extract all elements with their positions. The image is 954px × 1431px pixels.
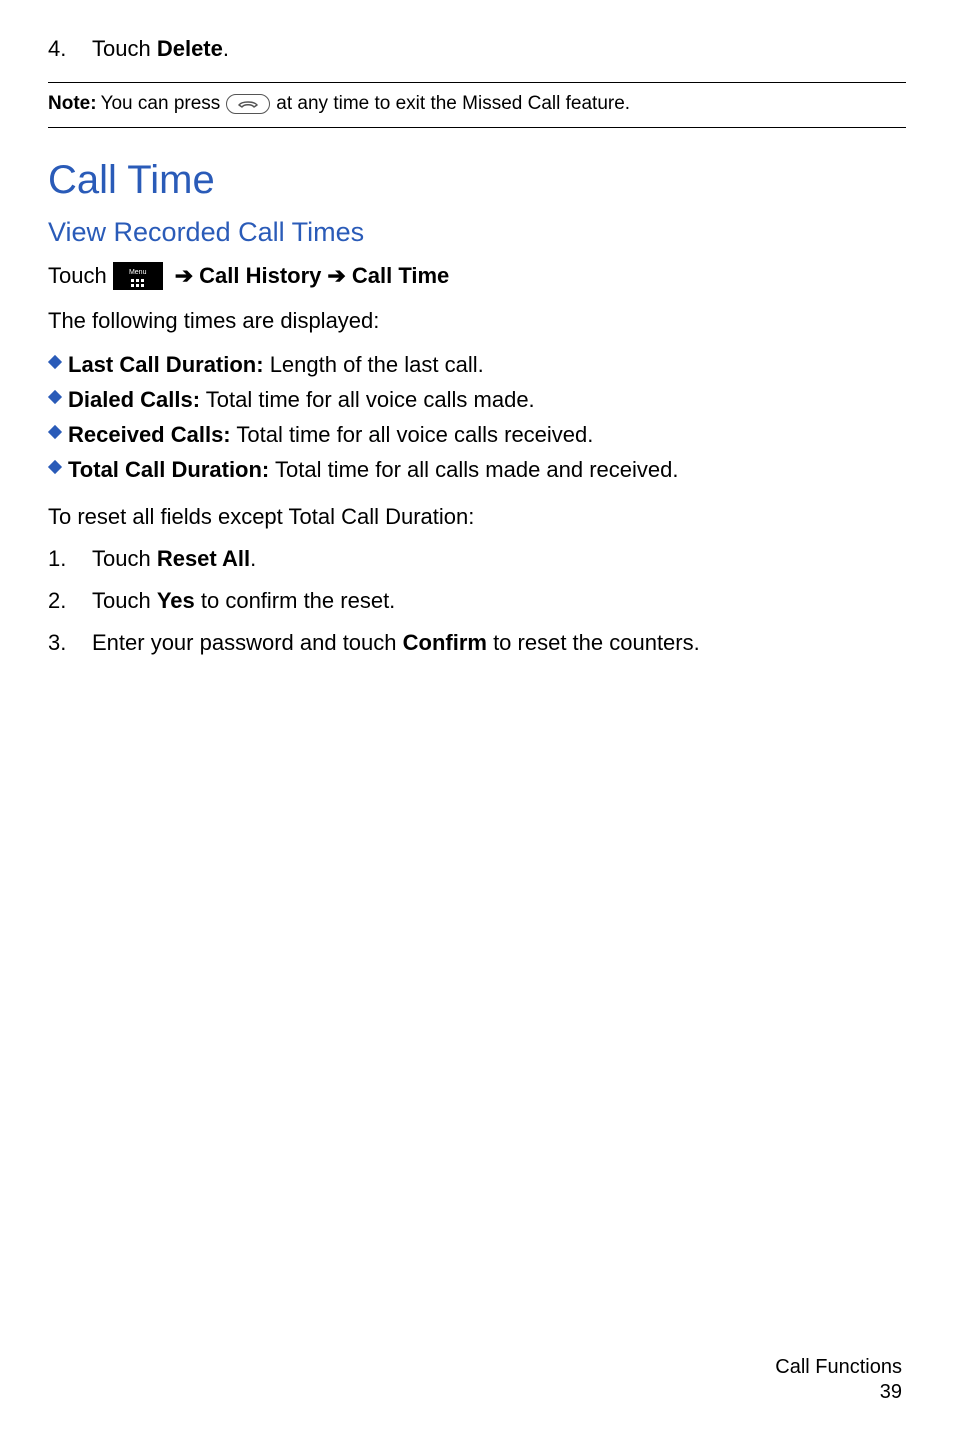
step-4-suffix: . (223, 36, 229, 61)
note-rule-bottom (48, 127, 906, 128)
reset-step-2: 2. Touch Yes to confirm the reset. (48, 586, 906, 616)
reset-step-3: 3. Enter your password and touch Confirm… (48, 628, 906, 658)
diamond-icon (48, 355, 62, 369)
bullet-list: Last Call Duration: Length of the last c… (48, 348, 906, 486)
menu-icon-dots (131, 279, 144, 287)
arrow-icon: ➔ (327, 263, 345, 289)
note-before: You can press (101, 91, 221, 118)
step-4: 4. Touch Delete. (48, 34, 906, 64)
bullet-rest: Length of the last call. (264, 352, 484, 377)
reset-intro: To reset all fields except Total Call Du… (48, 504, 906, 530)
end-call-key-icon (226, 94, 270, 114)
bullet-text: Total Call Duration: Total time for all … (68, 453, 906, 486)
heading-call-time: Call Time (48, 158, 906, 203)
list-item: Total Call Duration: Total time for all … (48, 453, 906, 486)
text: Touch (92, 588, 157, 613)
touch-prefix: Touch (48, 263, 107, 289)
diamond-icon (48, 425, 62, 439)
note-line: Note: You can press at any time to exit … (48, 91, 906, 118)
reset-steps: 1. Touch Reset All. 2. Touch Yes to conf… (48, 544, 906, 657)
bullet-text: Dialed Calls: Total time for all voice c… (68, 383, 906, 416)
note-after: at any time to exit the Missed Call feat… (276, 91, 630, 118)
text: Enter your password and touch (92, 630, 403, 655)
footer-page-number: 39 (775, 1380, 902, 1405)
text: to reset the counters. (487, 630, 700, 655)
step-text: Enter your password and touch Confirm to… (92, 628, 906, 658)
touch-path: Touch Menu ➔ Call History ➔ Call Time (48, 262, 906, 290)
diamond-icon (48, 460, 62, 474)
bullet-text: Last Call Duration: Length of the last c… (68, 348, 906, 381)
bullet-text: Received Calls: Total time for all voice… (68, 418, 906, 451)
heading-view-recorded: View Recorded Call Times (48, 217, 906, 248)
diamond-icon (48, 390, 62, 404)
path-call-time: Call Time (352, 263, 449, 289)
bullet-rest: Total time for all voice calls received. (231, 422, 594, 447)
arrow-icon: ➔ (175, 263, 193, 289)
text: to confirm the reset. (195, 588, 396, 613)
reset-step-1: 1. Touch Reset All. (48, 544, 906, 574)
menu-icon: Menu (113, 262, 163, 290)
text: . (250, 546, 256, 571)
step-number: 2. (48, 586, 92, 616)
bullet-rest: Total time for all calls made and receiv… (269, 457, 678, 482)
bullet-bold: Dialed Calls: (68, 387, 200, 412)
note-label: Note: (48, 91, 97, 118)
bullet-bold: Last Call Duration: (68, 352, 264, 377)
footer-section: Call Functions (775, 1355, 902, 1380)
step-text: Touch Reset All. (92, 544, 906, 574)
bullet-rest: Total time for all voice calls made. (200, 387, 535, 412)
list-item: Received Calls: Total time for all voice… (48, 418, 906, 451)
list-item: Dialed Calls: Total time for all voice c… (48, 383, 906, 416)
step-4-text: Touch Delete. (92, 34, 906, 64)
step-number: 3. (48, 628, 92, 658)
page-footer: Call Functions 39 (775, 1355, 902, 1405)
step-4-number: 4. (48, 34, 92, 64)
step-4-bold: Delete (157, 36, 223, 61)
step-4-prefix: Touch (92, 36, 157, 61)
text-bold: Yes (157, 588, 195, 613)
text-bold: Confirm (403, 630, 487, 655)
page: 4. Touch Delete. Note: You can press at … (0, 0, 954, 1431)
text: Touch (92, 546, 157, 571)
list-item: Last Call Duration: Length of the last c… (48, 348, 906, 381)
path-call-history: Call History (199, 263, 321, 289)
menu-icon-label: Menu (129, 269, 147, 276)
bullet-bold: Received Calls: (68, 422, 231, 447)
text-bold: Reset All (157, 546, 250, 571)
step-number: 1. (48, 544, 92, 574)
bullet-bold: Total Call Duration: (68, 457, 269, 482)
following-text: The following times are displayed: (48, 308, 906, 334)
note-rule-top (48, 82, 906, 83)
step-text: Touch Yes to confirm the reset. (92, 586, 906, 616)
